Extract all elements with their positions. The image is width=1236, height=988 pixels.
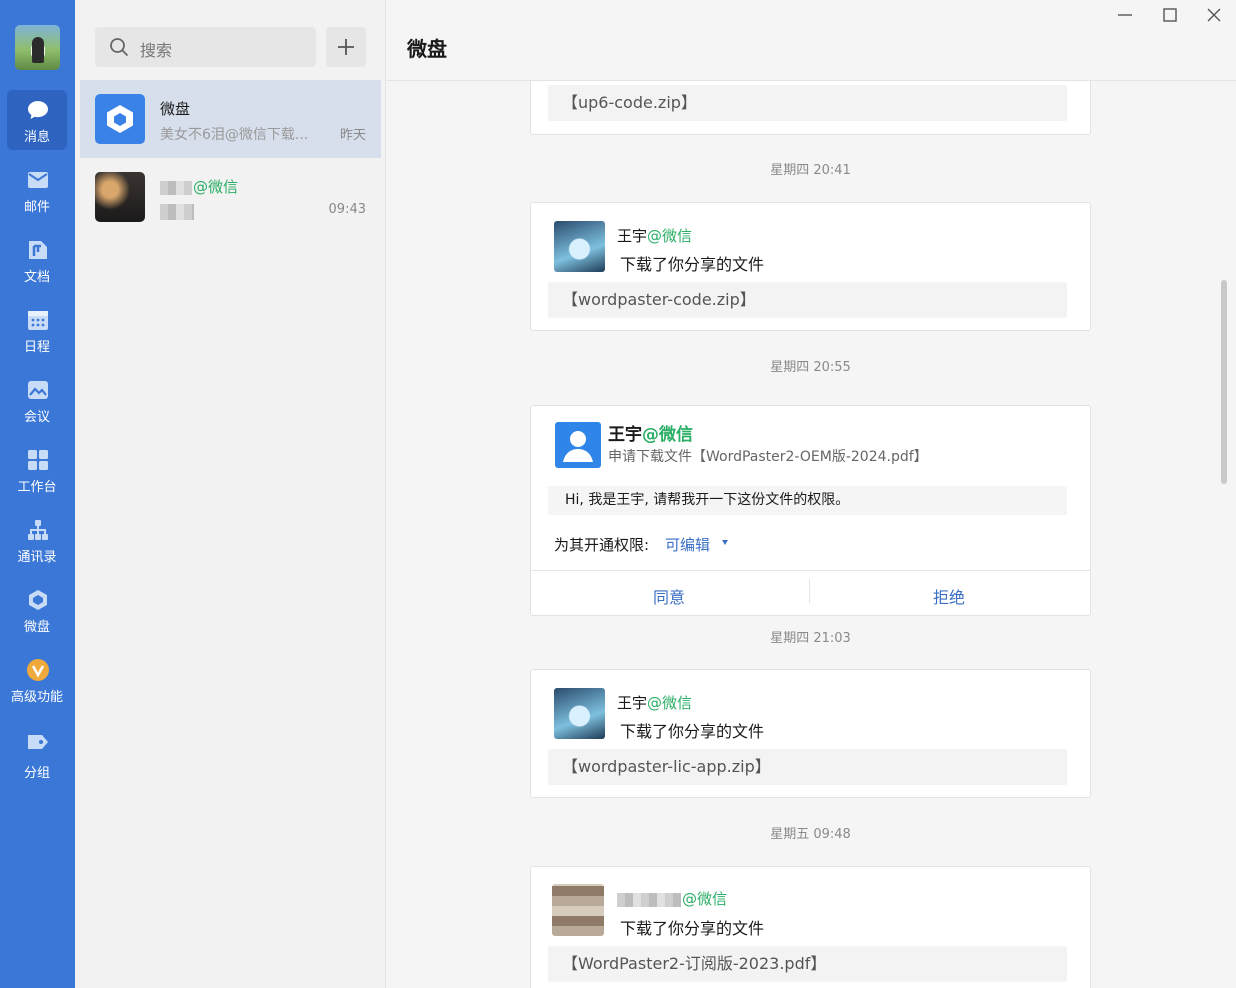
agree-button[interactable]: 同意 xyxy=(653,584,685,608)
weipan-icon xyxy=(29,590,47,610)
contacts-icon xyxy=(28,520,48,540)
request-message: Hi, 我是王宇, 请帮我开一下这份文件的权限。 xyxy=(548,486,1067,515)
session-contact[interactable]: @微信 09:43 xyxy=(80,158,381,236)
document-icon xyxy=(29,241,47,259)
user-name: @微信 xyxy=(617,888,727,909)
default-avatar xyxy=(555,422,601,468)
download-card[interactable]: @微信 下载了你分享的文件 【WordPaster2-订阅版-2023.pdf】 xyxy=(530,866,1091,988)
user-name: 王宇@微信 xyxy=(617,227,693,245)
chat-bubble-icon xyxy=(28,101,48,119)
nav-label: 通讯录 xyxy=(17,550,57,565)
person-icon xyxy=(563,431,593,462)
conversation-title: 微盘 xyxy=(407,37,447,61)
session-name: @微信 xyxy=(160,176,238,197)
file-name[interactable]: 【wordpaster-code.zip】 xyxy=(548,282,1067,318)
activity-text: 下载了你分享的文件 xyxy=(620,722,765,741)
plus-icon xyxy=(338,39,354,55)
premium-icon xyxy=(27,659,49,681)
nav-weipan[interactable]: 微盘 xyxy=(7,580,67,640)
session-time: 09:43 xyxy=(328,202,366,217)
download-card[interactable]: 王宇@微信 下载了你分享的文件 【wordpaster-code.zip】 xyxy=(530,202,1091,331)
weipan-logo-icon xyxy=(107,105,133,133)
user-avatar[interactable] xyxy=(15,25,60,70)
permission-request-card: 王宇@微信 申请下载文件【WordPaster2-OEM版-2024.pdf】 … xyxy=(530,405,1091,616)
request-subtitle: 申请下载文件【WordPaster2-OEM版-2024.pdf】 xyxy=(608,449,928,465)
nav-label: 会议 xyxy=(23,410,50,425)
nav-label: 日程 xyxy=(23,340,50,355)
request-actions: 同意 拒绝 xyxy=(531,570,1090,615)
nav-meeting[interactable]: 会议 xyxy=(7,370,67,430)
file-name[interactable]: 【up6-code.zip】 xyxy=(548,85,1067,121)
nav-calendar[interactable]: 日程 xyxy=(7,300,67,360)
search-icon xyxy=(110,38,129,57)
permission-label: 为其开通权限: xyxy=(554,536,650,554)
nav-groups[interactable]: 分组 xyxy=(7,720,67,781)
activity-text: 下载了你分享的文件 xyxy=(620,919,765,938)
reject-button[interactable]: 拒绝 xyxy=(933,584,965,608)
nav-label: 邮件 xyxy=(23,200,50,215)
search-input[interactable]: 搜索 xyxy=(95,27,316,67)
activity-text: 下载了你分享的文件 xyxy=(620,255,765,274)
calendar-icon xyxy=(28,311,48,330)
nav-label: 高级功能 xyxy=(10,690,63,705)
nav-workbench[interactable]: 工作台 xyxy=(7,440,67,500)
session-name: 微盘 xyxy=(160,100,191,118)
nav-label: 分组 xyxy=(23,766,50,781)
nav-contacts[interactable]: 通讯录 xyxy=(7,510,67,570)
workbench-icon xyxy=(28,450,48,470)
file-name[interactable]: 【WordPaster2-订阅版-2023.pdf】 xyxy=(548,946,1067,982)
user-avatar xyxy=(554,688,605,739)
nav-docs[interactable]: 文档 xyxy=(7,230,67,290)
user-name: 王宇@微信 xyxy=(617,694,693,712)
user-name: 王宇@微信 xyxy=(608,425,693,445)
timestamp: 星期四 20:41 xyxy=(770,163,851,178)
session-weipan[interactable]: 微盘 美女不6泪@微信下载... 昨天 xyxy=(80,80,381,158)
nav-messages[interactable]: 消息 xyxy=(7,90,67,150)
session-preview-redacted xyxy=(160,204,195,220)
nav-label: 微盘 xyxy=(23,620,50,635)
wechat-suffix: @微信 xyxy=(193,178,239,196)
user-avatar xyxy=(554,221,605,272)
download-card[interactable]: 王宇@微信 下载了你分享的文件 【wordpaster-lic-app.zip】 xyxy=(530,669,1091,798)
permission-select[interactable]: 可编辑 xyxy=(665,534,710,555)
caret-down-icon[interactable] xyxy=(722,540,728,545)
timestamp: 星期五 09:48 xyxy=(770,827,851,842)
nav-label: 文档 xyxy=(23,270,50,285)
close-icon[interactable] xyxy=(1203,4,1225,26)
timestamp: 星期四 20:55 xyxy=(770,360,851,375)
maximize-icon[interactable] xyxy=(1159,4,1181,26)
session-time: 昨天 xyxy=(339,128,366,143)
timestamp: 星期四 21:03 xyxy=(770,631,851,646)
scrollbar-thumb[interactable] xyxy=(1221,280,1227,484)
weipan-avatar xyxy=(95,94,145,144)
divider xyxy=(809,579,810,603)
user-avatar-redacted xyxy=(552,884,604,936)
add-button[interactable] xyxy=(326,27,366,67)
contact-avatar xyxy=(95,172,145,222)
nav-premium[interactable]: 高级功能 xyxy=(7,650,67,710)
session-list-panel: 搜索 微盘 美女不6泪@微信下载... 昨天 @微信 09:43 xyxy=(75,0,386,988)
nav-label: 消息 xyxy=(23,130,50,145)
session-preview: 美女不6泪@微信下载... xyxy=(160,127,309,143)
nav-mail[interactable]: 邮件 xyxy=(7,160,67,220)
minimize-icon[interactable] xyxy=(1114,4,1136,26)
mail-icon xyxy=(28,172,48,188)
meeting-icon xyxy=(28,381,48,399)
conversation-panel: 【up6-code.zip】 星期四 20:41 王宇@微信 下载了你分享的文件… xyxy=(387,0,1236,988)
file-name[interactable]: 【wordpaster-lic-app.zip】 xyxy=(548,749,1067,785)
search-placeholder: 搜索 xyxy=(140,41,173,60)
tag-icon xyxy=(28,735,48,749)
nav-rail: 消息 邮件 文档 日程 会议 工作台 通讯录 微盘 高级功能 分组 xyxy=(0,0,75,988)
nav-label: 工作台 xyxy=(17,480,57,495)
conversation-header: 微盘 xyxy=(387,0,1236,81)
